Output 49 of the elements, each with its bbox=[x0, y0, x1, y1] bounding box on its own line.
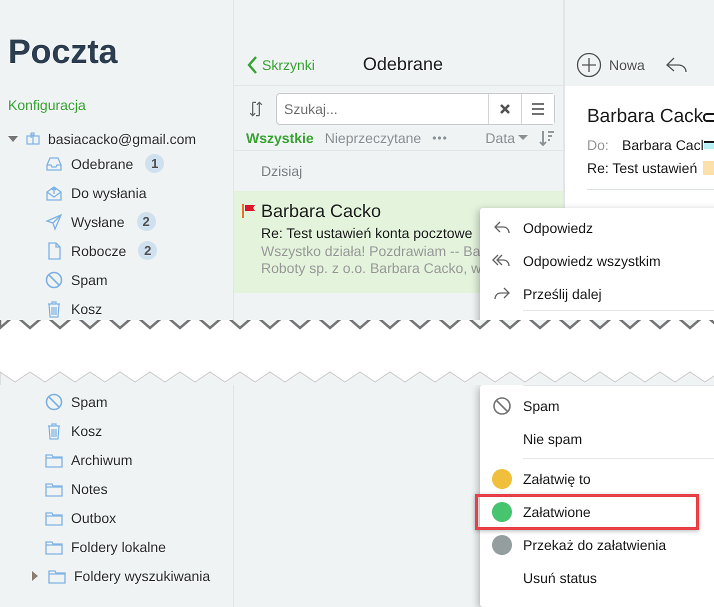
date-group-header: Dzisiaj bbox=[260, 162, 304, 181]
folder-name[interactable]: Outbox bbox=[71, 510, 116, 526]
no-sign-icon bbox=[45, 392, 63, 410]
trash-icon bbox=[45, 422, 63, 440]
folder-name[interactable]: Robocze bbox=[71, 242, 126, 258]
to-label: Do: bbox=[587, 137, 610, 153]
trash-icon bbox=[45, 300, 63, 318]
folder-name[interactable]: Kosz bbox=[71, 300, 102, 316]
search-field[interactable]: Szukaj... bbox=[277, 101, 488, 117]
menu-item[interactable]: Załatwię to bbox=[480, 462, 714, 495]
folder-name[interactable]: Notes bbox=[71, 480, 108, 496]
sender-name: Barbara Cacko bbox=[261, 200, 382, 222]
folder-name[interactable]: Spam bbox=[71, 272, 108, 288]
folder-name[interactable]: Foldery lokalne bbox=[71, 538, 166, 554]
menu-item[interactable]: Usuń status bbox=[480, 561, 714, 594]
caret-icon bbox=[518, 135, 528, 140]
app-title: Poczta bbox=[8, 32, 118, 73]
message-subject: Re: Test ustawień bbox=[587, 160, 698, 176]
folder-title: Odebrane bbox=[362, 54, 443, 75]
folder-name[interactable]: Spam bbox=[71, 394, 108, 410]
unread-count: 2 bbox=[138, 241, 158, 260]
no-sign-icon bbox=[45, 270, 63, 288]
paper-plane-icon bbox=[45, 212, 63, 230]
menu-item[interactable]: Nie spam bbox=[480, 422, 714, 455]
search-bar[interactable]: Szukaj... bbox=[276, 93, 555, 125]
envelope-icon bbox=[45, 184, 63, 202]
inbox-tray-icon bbox=[45, 154, 63, 172]
folder-name[interactable]: Odebrane bbox=[71, 156, 134, 172]
chevron-left-icon bbox=[246, 54, 258, 74]
folder-name[interactable]: Foldery wyszukiwania bbox=[74, 568, 210, 584]
plus-icon bbox=[576, 52, 602, 78]
folder-name[interactable]: Do wysłania bbox=[71, 184, 146, 200]
menu-item[interactable]: Spam bbox=[480, 389, 714, 422]
menu-item[interactable]: Załatwione bbox=[480, 495, 714, 528]
reply-icon[interactable] bbox=[664, 55, 689, 75]
new-button[interactable]: Nowa bbox=[576, 52, 645, 78]
menu-button[interactable] bbox=[521, 94, 554, 124]
account-name[interactable]: basiacacko@gmail.com bbox=[48, 131, 196, 147]
menu-item[interactable]: Przekaż do załatwienia bbox=[480, 528, 714, 561]
folder-name[interactable]: Wysłane bbox=[71, 214, 125, 230]
folder-name[interactable]: Archiwum bbox=[71, 452, 132, 468]
recipient-name: Barbara Cacl bbox=[622, 137, 704, 153]
no-sign-icon bbox=[492, 396, 512, 416]
unread-count: 2 bbox=[136, 212, 156, 231]
folder-name[interactable]: Kosz bbox=[71, 422, 102, 438]
unread-count: 1 bbox=[145, 154, 164, 173]
sender-name: Barbara Cack bbox=[587, 106, 704, 128]
message-preview: Wszystko działa! Pozdrawiam -- Ba bbox=[261, 243, 480, 260]
message-subject: Re: Test ustawień konta pocztowe bbox=[261, 224, 472, 243]
